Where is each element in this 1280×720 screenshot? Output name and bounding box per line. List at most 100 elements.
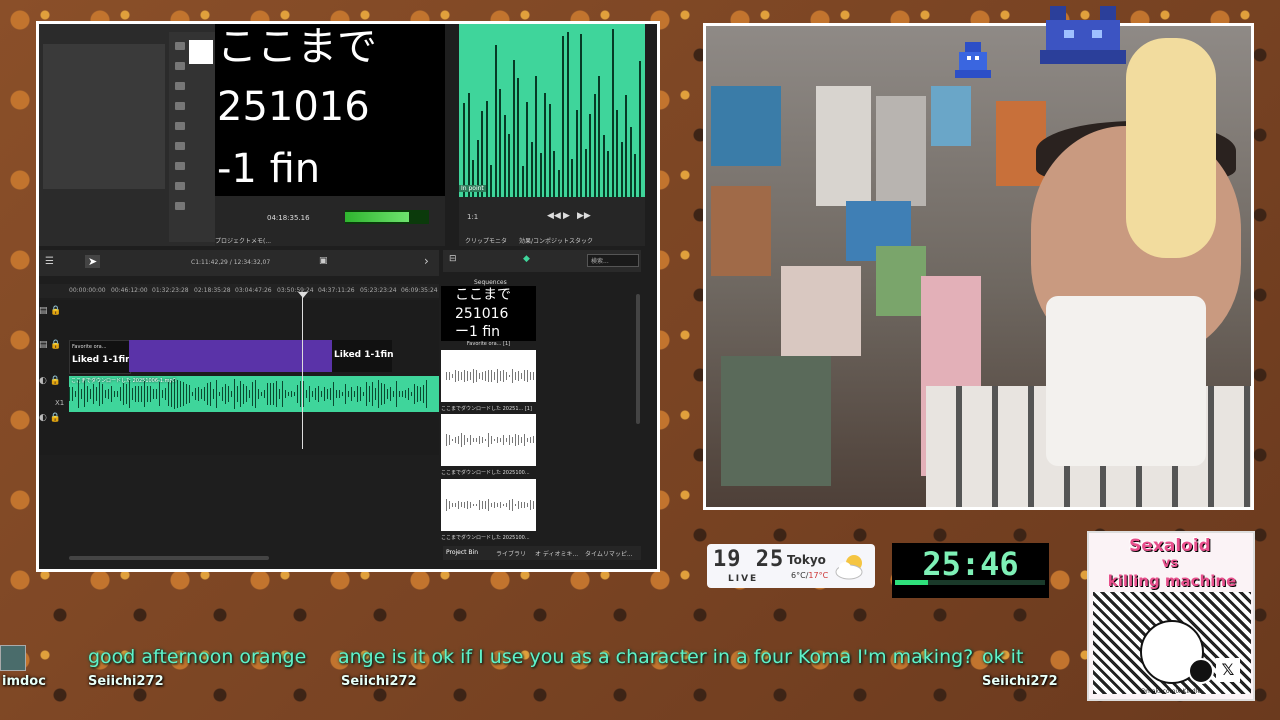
tab-effects-stack[interactable]: 効果/コンポジットスタック — [519, 238, 593, 245]
waveform-bar — [330, 388, 331, 400]
tool-icon[interactable] — [175, 82, 185, 90]
project-notes-tab[interactable]: プロジェクトメモ(... — [215, 236, 271, 245]
audio-thumbnail[interactable] — [441, 350, 536, 402]
tool-icon[interactable] — [175, 202, 185, 210]
waveform-bar — [497, 502, 498, 508]
track-header[interactable]: ◐ 🔒 — [39, 413, 69, 443]
tag-icon[interactable]: ◆ — [523, 254, 530, 264]
video-clip[interactable]: Liked 1-1fin — [332, 340, 394, 372]
tool-icon[interactable] — [175, 142, 185, 150]
waveform-bar — [512, 369, 513, 383]
waveform-bar — [423, 384, 424, 403]
tool-icon[interactable] — [175, 182, 185, 190]
bin-menu-icon[interactable]: ⊟ — [449, 254, 457, 264]
zone-icon[interactable]: ▣ — [319, 256, 328, 266]
waveform-bar — [219, 391, 220, 397]
waveform-bar — [503, 435, 504, 445]
bin-scrollbar[interactable] — [636, 294, 640, 424]
waveform-bar — [490, 165, 492, 197]
bin-search-input[interactable]: 検索... — [587, 254, 639, 267]
track-header[interactable]: ▤ 🔒 — [39, 340, 69, 370]
timeline-scrollbar[interactable] — [69, 556, 269, 560]
waveform-bar — [333, 381, 334, 407]
waveform-bar — [509, 434, 510, 446]
tool-icon[interactable] — [175, 122, 185, 130]
waveform-bar — [530, 371, 531, 380]
waveform-bar — [72, 387, 73, 401]
clip-monitor — [459, 24, 645, 197]
waveform-bar — [467, 370, 468, 382]
waveform-bar — [521, 502, 522, 508]
waveform-bar — [494, 371, 495, 381]
chevron-right-icon[interactable]: › — [424, 254, 429, 268]
clock-time: 19 25 — [713, 547, 785, 572]
waveform-bar — [390, 387, 391, 401]
timeline-ruler[interactable]: 00:00:00:00 00:46:12:00 01:32:23:28 02:1… — [39, 284, 439, 298]
waveform-bar — [449, 500, 450, 510]
waveform-bar — [629, 127, 632, 197]
tool-icon[interactable] — [175, 42, 185, 50]
waveform-bar — [117, 391, 118, 397]
tab-time-remap[interactable]: タイムリマッピ... — [585, 549, 633, 558]
waveform-bar — [463, 103, 465, 197]
waveform-bar — [321, 391, 322, 397]
tool-icon[interactable] — [175, 102, 185, 110]
waveform-bar — [449, 372, 450, 380]
waveform-bar — [575, 110, 578, 197]
waveform-bar — [393, 390, 394, 397]
track-header[interactable]: ▤ 🔒 — [39, 306, 69, 336]
waveform-bar — [354, 390, 355, 398]
waveform-bar — [339, 389, 340, 399]
tab-clip-monitor[interactable]: クリップモニタ — [465, 238, 507, 245]
waveform-bar — [228, 386, 229, 402]
audio-thumbnail[interactable] — [441, 414, 536, 466]
tab-library[interactable]: ライブラリ — [496, 549, 526, 558]
ruler-tick: 01:32:23:28 — [152, 287, 189, 294]
waveform-bar — [294, 391, 295, 397]
playhead[interactable] — [302, 294, 303, 449]
tab-project-bin[interactable]: Project Bin — [446, 549, 478, 556]
waveform-bar — [369, 386, 370, 402]
zoom-level[interactable]: 1:1 — [467, 213, 478, 221]
waveform-bar — [530, 499, 531, 511]
tab-audio-mixer[interactable]: オ ディオミキ... — [535, 549, 578, 558]
playhead-handle[interactable] — [298, 292, 308, 298]
waveform-bar — [285, 389, 286, 399]
waveform-bar — [252, 381, 253, 407]
waveform-bar — [171, 380, 172, 408]
timer-progress-fill — [895, 580, 928, 585]
waveform-bar — [108, 389, 109, 399]
clip-title: Liked 1-1fin — [334, 350, 394, 360]
video-clip[interactable]: Favorite ora... Liked 1-1fin — [69, 340, 132, 374]
book-title-vs: vs — [1161, 556, 1179, 571]
secondary-app-panel — [39, 24, 215, 246]
waveform-bar — [509, 374, 510, 378]
waveform-bar — [129, 379, 130, 409]
tool-icon[interactable] — [175, 162, 185, 170]
audio-thumbnail[interactable] — [441, 479, 536, 531]
waveform-bar — [270, 382, 271, 406]
waveform-bar — [506, 503, 507, 507]
monitor-timecode[interactable]: 04:18:35.16 — [267, 214, 310, 222]
waveform-bar — [75, 390, 76, 398]
waveform-bar — [620, 142, 623, 197]
sequences-label: Sequences — [474, 279, 507, 286]
chat-message: ange is it ok if I use you as a characte… — [338, 646, 974, 668]
waveform-bar — [282, 381, 283, 407]
select-tool-icon[interactable]: ➤ — [85, 255, 101, 268]
waveform-bar — [78, 379, 79, 409]
waveform-bar — [384, 383, 385, 405]
sequence-thumbnail[interactable]: ここまで 251016 ー1 fin — [441, 286, 536, 341]
waveform-bar — [189, 384, 190, 404]
forward-icon[interactable]: ▶▶ — [577, 211, 591, 221]
waveform-bar — [279, 389, 280, 399]
waveform-bar — [363, 391, 364, 397]
play-icon[interactable]: ▶ — [563, 211, 570, 221]
audio-clip[interactable]: ここまでダウンロードした 20251006-1.mp3 — [69, 376, 439, 412]
waveform-bar — [90, 388, 91, 400]
menu-icon[interactable]: ☰ — [45, 256, 54, 267]
ruler-tick: 05:23:23:24 — [360, 287, 397, 294]
rewind-icon[interactable]: ◀◀ — [547, 211, 561, 221]
tool-icon[interactable] — [175, 62, 185, 70]
waveform-bar — [165, 388, 166, 400]
